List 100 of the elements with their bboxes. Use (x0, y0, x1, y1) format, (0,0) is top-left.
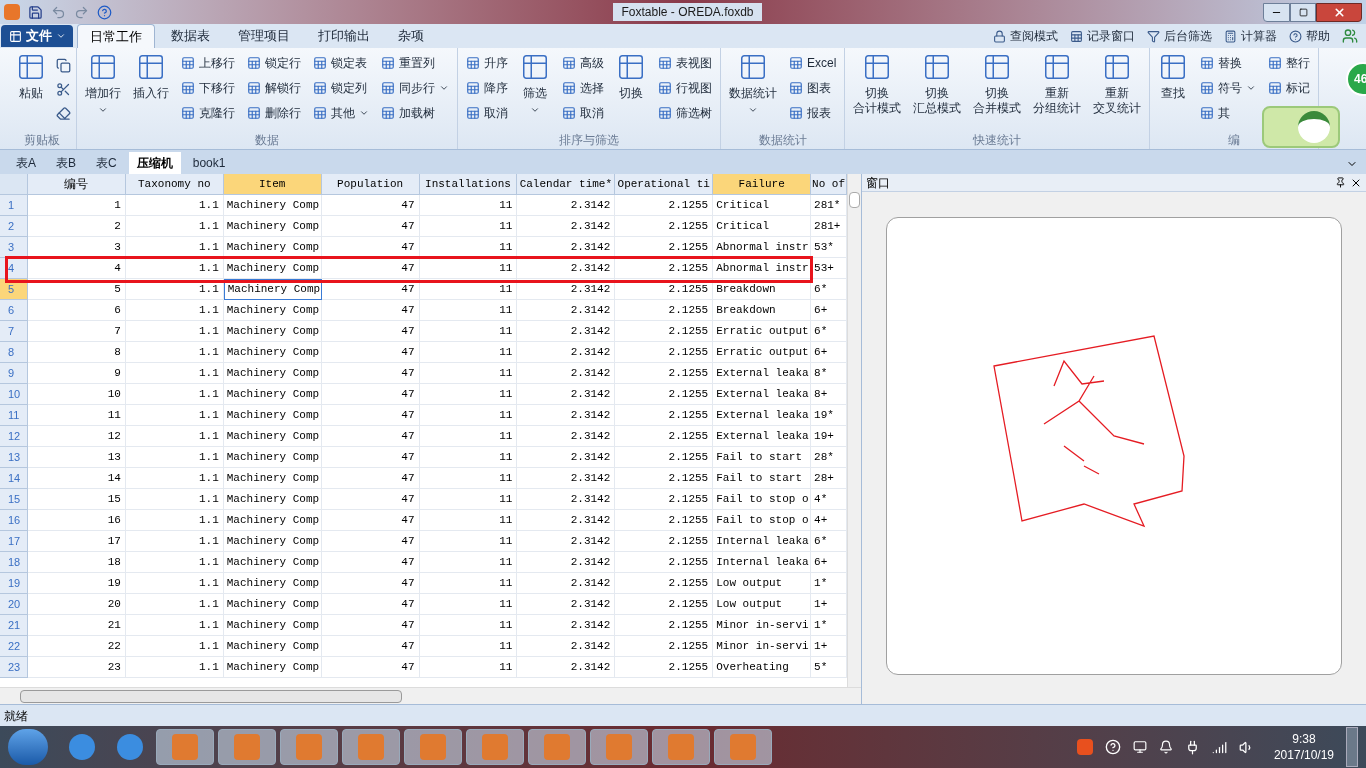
ribbon-small-button[interactable]: 加载树 (377, 102, 453, 124)
row-header[interactable]: 10 (0, 384, 28, 405)
ribbon-small-button[interactable]: 删除行 (243, 102, 305, 124)
row-header[interactable]: 19 (0, 573, 28, 594)
ribbon-tab[interactable]: 打印输出 (306, 24, 382, 48)
ribbon-large-button[interactable]: 粘贴 (12, 48, 50, 131)
ribbon-small-button[interactable]: 同步行 (377, 77, 453, 99)
ribbon-small-button[interactable]: 表视图 (654, 52, 716, 74)
ribbon-large-button[interactable]: 数据统计 (725, 48, 781, 131)
row-header[interactable]: 21 (0, 615, 28, 636)
ribbon-large-button[interactable]: 重新 分组统计 (1029, 48, 1086, 131)
clock-time[interactable]: 9:38 (1292, 731, 1316, 747)
ribbon-small-button[interactable]: 锁定表 (309, 52, 373, 74)
sheet-tab[interactable]: book1 (184, 152, 234, 174)
ribbon-large-button[interactable]: 切换 合并模式 (969, 48, 1026, 131)
row-header[interactable]: 13 (0, 447, 28, 468)
ribbon-small-button[interactable]: 行视图 (654, 77, 716, 99)
ribbon-small-button[interactable]: 取消 (462, 102, 512, 124)
sheet-tab[interactable]: 表A (8, 152, 44, 174)
ribbon-small-button[interactable]: 克隆行 (177, 102, 239, 124)
redo-icon[interactable] (74, 4, 89, 20)
ribbon-large-button[interactable]: 增加行 (81, 48, 125, 131)
file-menu-button[interactable]: 文件 (1, 25, 73, 47)
ribbon-small-button[interactable]: 高级 (558, 52, 608, 74)
ribbon-tab[interactable]: 数据表 (159, 24, 222, 48)
users-icon[interactable] (1342, 28, 1358, 44)
maximize-button[interactable] (1290, 2, 1316, 22)
ribbon-small-button[interactable]: 降序 (462, 77, 512, 99)
signal-bars-icon[interactable] (1211, 739, 1227, 755)
ribbon-large-button[interactable]: 筛选 (516, 48, 554, 131)
column-header[interactable]: Operational ti (615, 174, 714, 195)
row-header[interactable]: 16 (0, 510, 28, 531)
row-header[interactable]: 12 (0, 426, 28, 447)
ribbon-tab[interactable]: 日常工作 (77, 24, 155, 48)
notification-icon[interactable] (1158, 740, 1173, 754)
row-header[interactable]: 17 (0, 531, 28, 552)
sheet-tab[interactable]: 表B (48, 152, 85, 174)
column-header[interactable]: 编号 (27, 174, 126, 195)
row-header[interactable]: 18 (0, 552, 28, 573)
ribbon-small-button[interactable]: 重置列 (377, 52, 453, 74)
column-header[interactable]: No of (811, 174, 847, 195)
row-header[interactable]: 6 (0, 300, 28, 321)
eraser-icon[interactable] (54, 104, 72, 122)
pin-icon[interactable] (1335, 177, 1346, 188)
row-header[interactable]: 8 (0, 342, 28, 363)
horizontal-scrollbar[interactable] (0, 687, 861, 704)
ribbon-large-button[interactable]: 切换 汇总模式 (909, 48, 966, 131)
sheet-tab[interactable]: 表C (88, 152, 125, 174)
row-header[interactable]: 23 (0, 657, 28, 678)
ribbon-small-button[interactable]: 其他 (309, 102, 373, 124)
column-header[interactable]: Taxonomy no (125, 174, 224, 195)
row-header[interactable]: 9 (0, 363, 28, 384)
ribbon-large-button[interactable]: 插入行 (129, 48, 173, 131)
ribbon-tab[interactable]: 管理项目 (226, 24, 302, 48)
ribbon-small-button[interactable]: 选择 (558, 77, 608, 99)
ribbon-small-button[interactable]: 整行 (1264, 52, 1315, 74)
row-header[interactable]: 1 (0, 195, 28, 216)
row-header[interactable]: 5 (0, 279, 28, 300)
show-desktop-button[interactable] (1346, 727, 1358, 767)
ribbon-small-button[interactable]: 取消 (558, 102, 608, 124)
ribbon-small-button[interactable]: 锁定列 (309, 77, 373, 99)
close-button[interactable] (1316, 2, 1362, 22)
toolbar-link[interactable]: 计算器 (1224, 27, 1277, 45)
minimize-button[interactable] (1263, 2, 1290, 22)
row-header[interactable]: 7 (0, 321, 28, 342)
ribbon-small-button[interactable]: 筛选树 (654, 102, 716, 124)
column-header[interactable]: Item (223, 174, 322, 195)
ribbon-small-button[interactable]: 符号 (1196, 77, 1261, 99)
ribbon-small-button[interactable]: 解锁行 (243, 77, 305, 99)
ribbon-tab[interactable]: 杂项 (386, 24, 436, 48)
toolbar-link[interactable]: 后台筛选 (1147, 27, 1212, 45)
ribbon-large-button[interactable]: 切换 合计模式 (849, 48, 906, 131)
ribbon-small-button[interactable]: 替换 (1196, 52, 1261, 74)
row-header[interactable]: 3 (0, 237, 28, 258)
ribbon-small-button[interactable]: Excel (785, 52, 841, 74)
vertical-scrollbar[interactable] (847, 174, 861, 687)
ribbon-large-button[interactable]: 重新 交叉统计 (1089, 48, 1146, 131)
column-header[interactable]: Population (321, 174, 420, 195)
sheet-tab[interactable]: 压缩机 (128, 152, 181, 174)
undo-icon[interactable] (51, 4, 66, 20)
column-header[interactable]: Calendar time* (517, 174, 616, 195)
ribbon-small-button[interactable]: 标记 (1264, 77, 1315, 99)
row-header[interactable]: 15 (0, 489, 28, 510)
ribbon-small-button[interactable]: 其 (1196, 102, 1261, 124)
toolbar-link[interactable]: 记录窗口 (1070, 27, 1135, 45)
ribbon-small-button[interactable]: 下移行 (177, 77, 239, 99)
save-icon[interactable] (28, 4, 43, 20)
corner-cell[interactable] (0, 174, 28, 195)
ribbon-small-button[interactable]: 图表 (785, 77, 841, 99)
toolbar-link[interactable]: 帮助 (1289, 27, 1330, 45)
monitor-icon[interactable] (1132, 740, 1147, 754)
column-header[interactable]: Installations (419, 174, 518, 195)
ribbon-small-button[interactable]: 锁定行 (243, 52, 305, 74)
toolbar-link[interactable]: 查阅模式 (993, 27, 1058, 45)
ribbon-small-button[interactable]: 上移行 (177, 52, 239, 74)
row-header[interactable]: 11 (0, 405, 28, 426)
row-header[interactable]: 2 (0, 216, 28, 237)
start-button[interactable] (8, 729, 48, 765)
row-header[interactable]: 20 (0, 594, 28, 615)
column-header[interactable]: Failure (713, 174, 812, 195)
